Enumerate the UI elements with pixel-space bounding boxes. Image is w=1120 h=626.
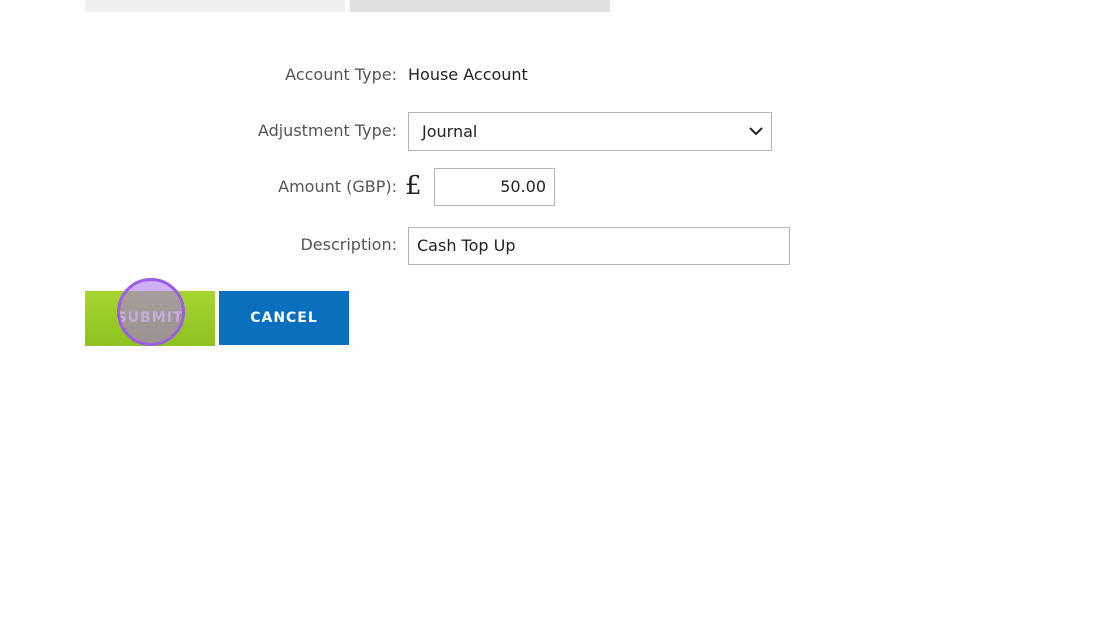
adjustment-type-label: Adjustment Type:: [257, 121, 397, 140]
cancel-button[interactable]: CANCEL: [219, 291, 349, 345]
account-type-value: House Account: [408, 65, 528, 84]
tab-right[interactable]: [350, 0, 610, 12]
description-input[interactable]: Cash Top Up: [408, 227, 790, 265]
chevron-down-icon: [749, 127, 763, 136]
adjustment-type-select[interactable]: Journal: [408, 112, 772, 151]
amount-label: Amount (GBP):: [278, 177, 397, 196]
account-type-label: Account Type:: [285, 65, 397, 84]
description-label: Description:: [300, 235, 397, 254]
amount-input[interactable]: 50.00: [434, 168, 555, 206]
adjustment-form-page: Account Type: House Account Adjustment T…: [0, 0, 1120, 626]
currency-symbol: £: [405, 171, 422, 201]
tab-left[interactable]: [85, 0, 345, 12]
adjustment-type-selected-value: Journal: [422, 122, 478, 141]
submit-button[interactable]: SUBMIT: [85, 291, 215, 346]
